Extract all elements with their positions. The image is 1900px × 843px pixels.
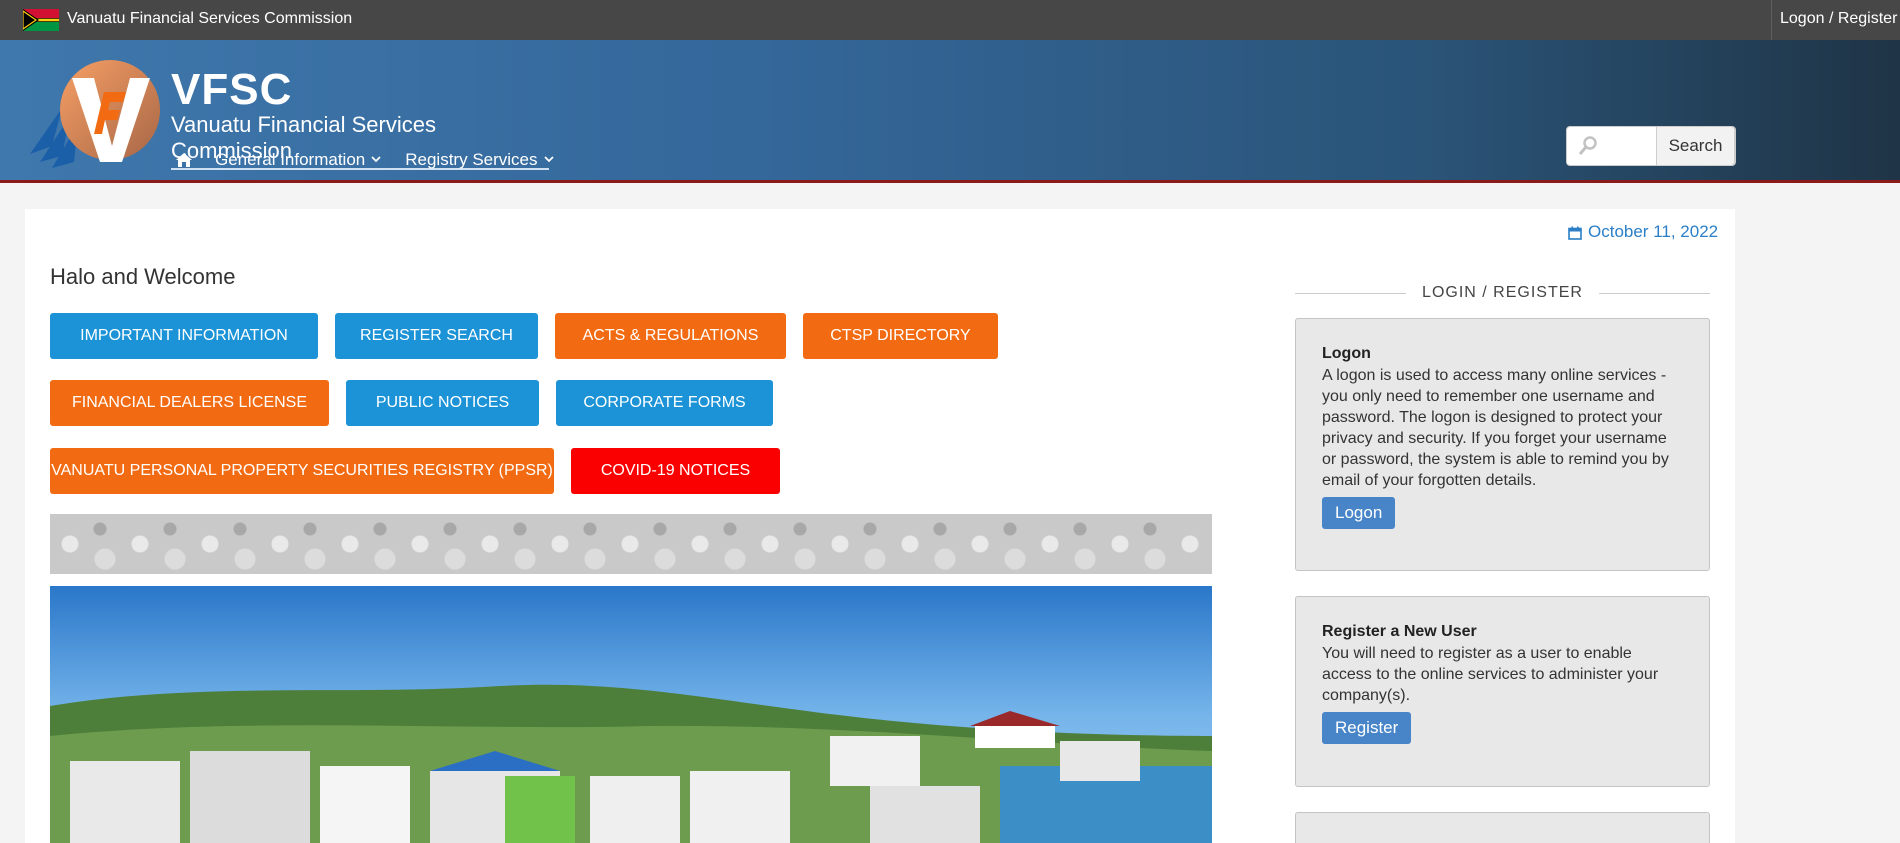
search-icon [1577,135,1599,157]
important-information-button[interactable]: IMPORTANT INFORMATION [50,313,318,359]
main-nav: General Information Registry Services [175,150,578,170]
search-input[interactable] [1603,133,1651,159]
chevron-down-icon [371,154,381,166]
search-button[interactable]: Search [1656,126,1735,166]
port-vila-harbour-photo [50,586,1212,843]
nav-general-information-label: General Information [215,150,366,169]
calendar-icon [1568,225,1582,240]
welcome-heading: Halo and Welcome [50,264,236,289]
current-date: October 11, 2022 [1568,222,1718,242]
ctsp-directory-button[interactable]: CTSP DIRECTORY [803,313,998,359]
home-icon[interactable] [175,151,193,169]
brand-abbr: VFSC [171,65,293,114]
logon-panel-title: Logon [1322,345,1371,362]
divider [1295,292,1407,294]
top-bar: Vanuatu Financial Services Commission Lo… [0,0,1900,40]
nav-registry-services-label: Registry Services [405,150,538,169]
register-button[interactable]: Register [1322,712,1412,744]
sidebar-panel-partial [1295,812,1710,843]
public-notices-button[interactable]: PUBLIC NOTICES [346,380,539,426]
site-name: Vanuatu Financial Services Commission [67,10,353,27]
current-date-text: October 11, 2022 [1588,222,1719,241]
covid-notices-button[interactable]: COVID-19 NOTICES [571,448,780,494]
logon-register-link[interactable]: Logon / Register [1771,0,1900,40]
login-register-section-title: LOGIN / REGISTER [1295,284,1711,302]
logon-panel: Logon A logon is used to access many onl… [1295,318,1710,571]
acts-regulations-button[interactable]: ACTS & REGULATIONS [555,313,786,359]
financial-dealers-license-button[interactable]: FINANCIAL DEALERS LICENSE [50,380,329,426]
vanuatu-flag-icon [23,9,59,31]
ppsr-button[interactable]: VANUATU PERSONAL PROPERTY SECURITIES REG… [50,448,554,494]
corporate-forms-button[interactable]: CORPORATE FORMS [556,380,773,426]
register-panel-title: Register a New User [1322,623,1477,640]
logon-panel-text: A logon is used to access many online se… [1322,367,1669,489]
chevron-down-icon [543,154,554,166]
nav-general-information[interactable]: General Information [215,150,381,170]
decorative-pattern-banner [50,514,1212,574]
logon-button[interactable]: Logon [1322,497,1396,529]
vfsc-logo-icon[interactable] [22,58,162,168]
login-register-title-text: LOGIN / REGISTER [1422,284,1583,301]
nav-registry-services[interactable]: Registry Services [405,150,554,170]
divider [1598,292,1711,294]
register-panel-text: You will need to register as a user to e… [1322,645,1659,704]
register-search-button[interactable]: REGISTER SEARCH [335,313,538,359]
register-panel: Register a New User You will need to reg… [1295,596,1710,787]
